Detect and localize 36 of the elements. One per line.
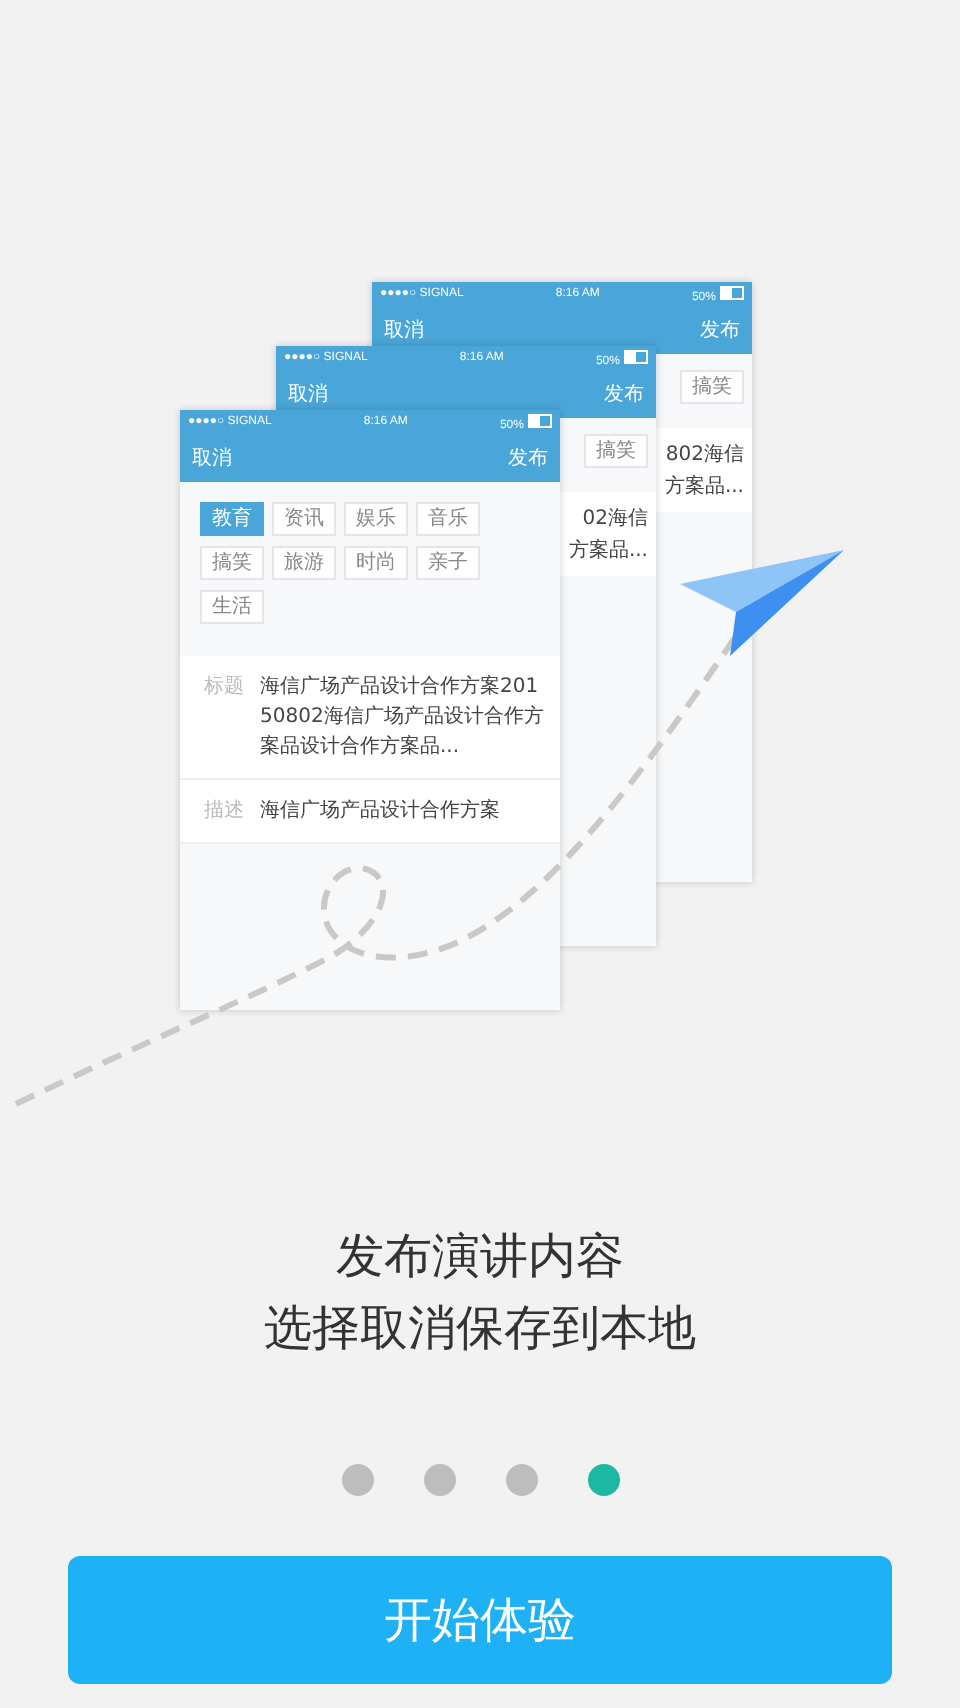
battery-icon <box>527 413 552 427</box>
field-label: 标题 <box>204 673 244 702</box>
start-button[interactable]: 开始体验 <box>68 1556 892 1684</box>
category-tag[interactable]: 亲子 <box>416 546 480 580</box>
headline-text: 选择取消保存到本地 <box>264 1298 696 1360</box>
battery-icon <box>623 349 648 363</box>
field-value: 海信广场产品设计合作方案 <box>260 797 500 826</box>
field-label: 描述 <box>204 797 244 826</box>
category-tag[interactable]: 时尚 <box>344 546 408 580</box>
category-tag[interactable]: 旅游 <box>272 546 336 580</box>
category-tag[interactable]: 搞笑 <box>200 546 264 580</box>
page-dot[interactable] <box>505 1464 537 1496</box>
field-value: 802海信 <box>665 442 744 468</box>
page-dot[interactable] <box>587 1464 619 1496</box>
page-dot[interactable] <box>423 1464 455 1496</box>
publish-button[interactable]: 发布 <box>700 316 740 344</box>
publish-button[interactable]: 发布 <box>508 444 548 472</box>
battery-icon <box>719 285 744 299</box>
category-tag[interactable]: 搞笑 <box>680 370 744 404</box>
category-tag[interactable]: 生活 <box>200 590 264 624</box>
publish-button[interactable]: 发布 <box>604 380 644 408</box>
field-value: 海信广场产品设计合作方案20150802海信广场产品设计合作方案品设计合作方案品... <box>260 673 544 762</box>
cancel-button[interactable]: 取消 <box>384 316 424 344</box>
paper-plane-icon <box>680 550 844 656</box>
category-tag[interactable]: 教育 <box>200 502 264 536</box>
headline-text: 发布演讲内容 <box>336 1226 624 1288</box>
field-value: 方案品... <box>568 537 648 564</box>
field-value: 方案品... <box>664 473 744 500</box>
category-tag[interactable]: 音乐 <box>416 502 480 536</box>
cancel-button[interactable]: 取消 <box>192 444 232 472</box>
category-tag[interactable]: 搞笑 <box>584 434 648 468</box>
page-dot[interactable] <box>341 1464 373 1496</box>
category-tag[interactable]: 娱乐 <box>344 502 408 536</box>
field-value: 02海信 <box>582 506 648 532</box>
cancel-button[interactable]: 取消 <box>288 380 328 408</box>
category-tag[interactable]: 资讯 <box>272 502 336 536</box>
